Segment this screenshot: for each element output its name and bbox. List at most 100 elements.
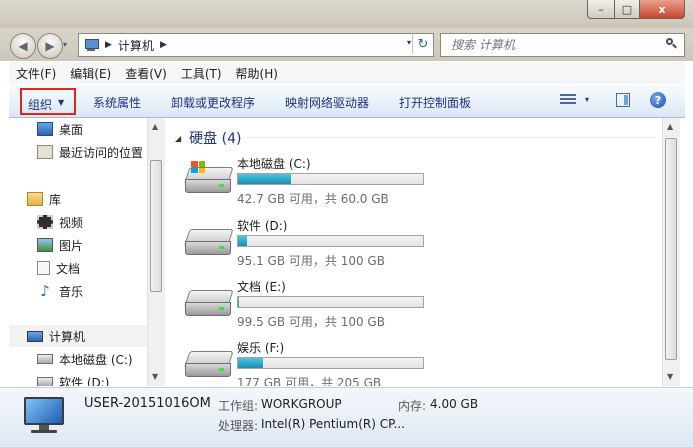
nav-item-label: 软件 (D:)	[59, 375, 110, 387]
windows-logo-icon	[191, 161, 205, 173]
computer-icon	[27, 330, 43, 342]
nav-item-videos[interactable]: 视频	[37, 211, 83, 233]
nav-item-libraries[interactable]: 库	[27, 188, 61, 210]
close-button[interactable]: x	[640, 0, 685, 19]
nav-item-desktop[interactable]: 桌面	[37, 118, 83, 140]
open-control-panel-button[interactable]: 打开控制面板	[399, 94, 471, 111]
capacity-bar	[237, 173, 424, 185]
menu-view[interactable]: 查看(V)	[118, 65, 174, 82]
computer-icon	[20, 395, 68, 437]
command-bar: 组织 ▼ 系统属性 卸载或更改程序 映射网络驱动器 打开控制面板 ▾ ?	[9, 85, 685, 118]
preview-pane-icon[interactable]	[616, 93, 630, 107]
nav-item-label: 桌面	[59, 122, 84, 137]
organize-button[interactable]: 组织 ▼	[20, 88, 76, 115]
nav-item-label: 视频	[59, 215, 84, 230]
address-dropdown[interactable]: ▾	[407, 38, 411, 47]
drive-space-info: 99.5 GB 可用，共 100 GB	[237, 315, 385, 329]
refresh-button[interactable]: ↻	[412, 34, 433, 54]
map-network-drive-button[interactable]: 映射网络驱动器	[285, 94, 369, 111]
nav-item-computer[interactable]: 计算机	[9, 325, 147, 347]
scrollbar-thumb[interactable]	[150, 160, 162, 292]
organize-label: 组织	[28, 98, 53, 112]
capacity-fill	[238, 236, 248, 246]
back-arrow-icon: ◀	[18, 39, 28, 53]
nav-item-label: 图片	[59, 238, 84, 253]
capacity-bar	[237, 235, 424, 247]
scroll-up-arrow-icon[interactable]: ▲	[667, 122, 673, 131]
menu-help[interactable]: 帮助(H)	[229, 65, 285, 82]
drive-icon	[184, 161, 234, 195]
nav-item-documents[interactable]: 文档	[37, 257, 80, 279]
computer-name: USER-20151016OM	[84, 396, 211, 411]
drive-icon	[37, 377, 53, 386]
nav-item-label: 计算机	[49, 329, 86, 344]
change-view-icon[interactable]	[560, 94, 576, 108]
nav-item-label: 库	[49, 192, 62, 207]
nav-item-pictures[interactable]: 图片	[37, 234, 83, 256]
back-button[interactable]: ◀	[10, 33, 36, 59]
capacity-bar	[237, 296, 424, 308]
content-scrollbar[interactable]: ▲ ▼	[662, 118, 680, 386]
capacity-bar	[237, 357, 424, 369]
drive-space-info: 177 GB 可用，共 205 GB	[237, 376, 382, 386]
collapse-icon[interactable]: ◢	[175, 134, 181, 143]
nav-item-drive-c[interactable]: 本地磁盘 (C:)	[37, 348, 133, 370]
window-controls: – □ x	[587, 0, 685, 19]
drive-e[interactable]: 文档 (E:) 99.5 GB 可用，共 100 GB	[184, 278, 485, 338]
system-properties-button[interactable]: 系统属性	[93, 94, 141, 111]
details-pane: USER-20151016OM 工作组: WORKGROUP 内存: 4.00 …	[0, 387, 693, 447]
memory-value: 4.00 GB	[430, 397, 479, 411]
breadcrumb-separator[interactable]: ▶	[105, 40, 112, 50]
drive-space-info: 42.7 GB 可用，共 60.0 GB	[237, 192, 389, 206]
title-bar: – □ x	[0, 0, 693, 28]
scroll-up-arrow-icon[interactable]: ▲	[152, 122, 158, 131]
group-divider	[247, 137, 657, 138]
drive-c[interactable]: 本地磁盘 (C:) 42.7 GB 可用，共 60.0 GB	[184, 155, 485, 215]
search-box[interactable]	[440, 33, 685, 57]
scrollbar-thumb[interactable]	[665, 138, 677, 360]
search-input[interactable]	[449, 35, 663, 55]
menu-file[interactable]: 文件(F)	[9, 65, 63, 82]
nav-item-music[interactable]: ♪ 音乐	[37, 280, 83, 302]
nav-item-label: 本地磁盘 (C:)	[59, 352, 133, 367]
menu-bar: 文件(F) 编辑(E) 查看(V) 工具(T) 帮助(H)	[9, 62, 685, 84]
group-title: 硬盘 (4)	[189, 131, 242, 147]
maximize-button[interactable]: □	[615, 0, 640, 19]
capacity-fill	[238, 297, 239, 307]
scroll-down-arrow-icon[interactable]: ▼	[667, 372, 673, 381]
drive-d[interactable]: 软件 (D:) 95.1 GB 可用，共 100 GB	[184, 217, 485, 277]
drive-f[interactable]: 娱乐 (F:) 177 GB 可用，共 205 GB	[184, 339, 485, 386]
menu-edit[interactable]: 编辑(E)	[63, 65, 118, 82]
drive-name: 本地磁盘 (C:)	[237, 157, 311, 171]
hard-disks-group-header[interactable]: ◢ 硬盘 (4)	[175, 128, 247, 148]
library-icon	[27, 192, 43, 206]
drive-space-info: 95.1 GB 可用，共 100 GB	[237, 254, 385, 268]
nav-item-label: 最近访问的位置	[59, 145, 144, 160]
breadcrumb-separator[interactable]: ▶	[160, 40, 167, 50]
drive-icon	[37, 354, 53, 364]
scroll-down-arrow-icon[interactable]: ▼	[152, 372, 158, 381]
forward-button[interactable]: ▶	[37, 33, 63, 59]
computer-icon	[83, 38, 99, 52]
view-options-dropdown[interactable]: ▾	[585, 95, 589, 104]
music-icon: ♪	[40, 282, 50, 300]
drive-name: 软件 (D:)	[237, 219, 288, 233]
search-icon[interactable]	[666, 38, 677, 49]
documents-icon	[37, 261, 50, 275]
minimize-button[interactable]: –	[587, 0, 615, 19]
recent-pages-dropdown[interactable]: ▾	[63, 40, 67, 49]
desktop-icon	[37, 122, 53, 136]
nav-item-drive-d[interactable]: 软件 (D:)	[37, 371, 109, 386]
workgroup-value: WORKGROUP	[261, 397, 342, 411]
uninstall-program-button[interactable]: 卸载或更改程序	[171, 94, 255, 111]
nav-item-recent[interactable]: 最近访问的位置	[37, 141, 143, 163]
drive-icon	[184, 290, 234, 318]
forward-arrow-icon: ▶	[45, 39, 55, 53]
recent-places-icon	[37, 145, 53, 159]
breadcrumb-computer[interactable]: 计算机	[118, 37, 154, 54]
help-icon[interactable]: ?	[650, 92, 666, 108]
address-bar[interactable]: ▶ 计算机 ▶ ▾ ↻	[78, 33, 434, 57]
menu-tools[interactable]: 工具(T)	[174, 65, 229, 82]
navigation-scrollbar[interactable]: ▲ ▼	[147, 118, 165, 386]
navigation-pane: 桌面 最近访问的位置 库 视频 图片 文档 ♪ 音乐 计算机 本地磁盘 (C:)…	[9, 118, 147, 386]
